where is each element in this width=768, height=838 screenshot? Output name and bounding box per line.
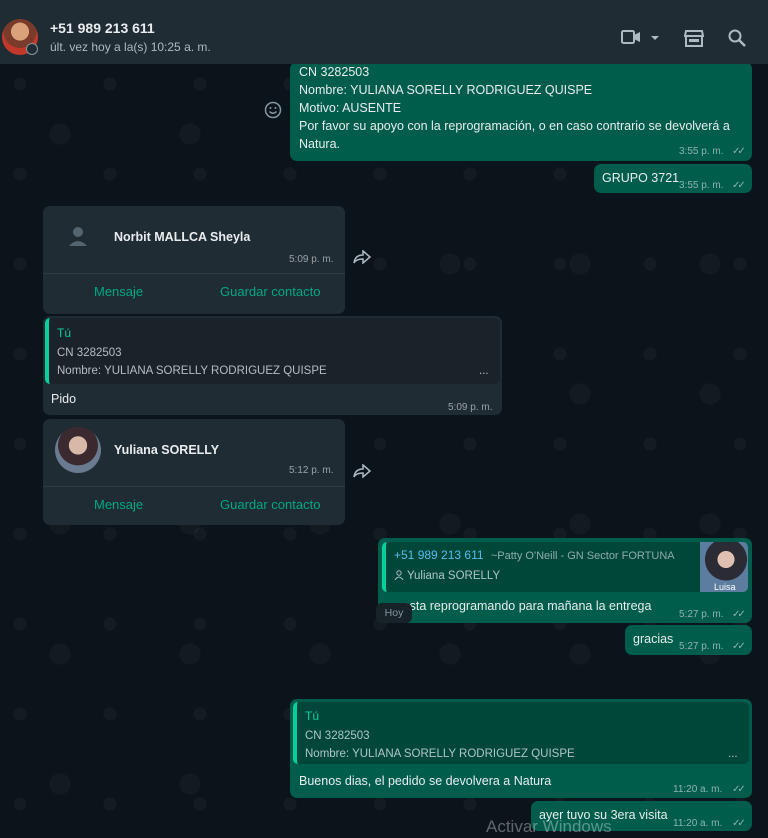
forward-icon[interactable]: [353, 250, 371, 264]
status-badge-icon: [26, 43, 38, 55]
double-check-icon: ✓✓: [732, 609, 746, 620]
message-time: 5:09 p. m.: [289, 254, 334, 265]
message-incoming[interactable]: Tú CN 3282503 Nombre: YULIANA SORELLY RO…: [43, 316, 502, 415]
quote-contact: Yuliana SORELLY: [394, 567, 500, 585]
message-text-line: CN 3282503: [299, 65, 370, 79]
divider: [43, 486, 345, 487]
quote-contact-name: Yuliana SORELLY: [407, 570, 501, 582]
message-time: 5:27 p. m.: [679, 641, 724, 652]
contact-message-button[interactable]: Mensaje: [94, 284, 143, 299]
contact-card[interactable]: Yuliana SORELLY 5:12 p. m. Mensaje Guard…: [43, 419, 345, 525]
double-check-icon: ✓✓: [732, 146, 746, 157]
chevron-down-icon[interactable]: [650, 35, 660, 41]
windows-activation-watermark: Activar Windows: [486, 817, 612, 836]
contact-placeholder-avatar: [55, 214, 101, 260]
chat-header[interactable]: +51 989 213 611 últ. vez hoy a la(s) 10:…: [0, 0, 768, 64]
thumbnail-label: Luisa: [714, 582, 736, 592]
message-time: 5:12 p. m.: [289, 465, 334, 476]
quote-text: CN 3282503: [305, 730, 370, 742]
quoted-message[interactable]: +51 989 213 611 ~Patty O'Neill - GN Sect…: [382, 542, 748, 592]
search-icon[interactable]: [728, 29, 746, 47]
store-icon[interactable]: [684, 29, 704, 47]
message-time: 5:09 p. m.: [448, 402, 493, 413]
person-icon: [69, 227, 87, 246]
date-separator: Hoy: [376, 603, 412, 623]
message-text-line: Por favor su apoyo con la reprogramación…: [299, 119, 730, 133]
quoted-message[interactable]: Tú CN 3282503 Nombre: YULIANA SORELLY RO…: [293, 702, 749, 764]
person-outline-icon: [394, 570, 404, 581]
message-outgoing[interactable]: +51 989 213 611 ~Patty O'Neill - GN Sect…: [378, 538, 752, 623]
double-check-icon: ✓✓: [732, 784, 746, 795]
quote-ellipsis: ...: [728, 748, 738, 760]
contact-name[interactable]: +51 989 213 611: [50, 20, 155, 36]
contact-message-button[interactable]: Mensaje: [94, 497, 143, 512]
message-outgoing[interactable]: Tú CN 3282503 Nombre: YULIANA SORELLY RO…: [290, 699, 752, 798]
quote-text: Nombre: YULIANA SORELLY RODRIGUEZ QUISPE: [57, 365, 327, 377]
quote-ellipsis: ...: [479, 365, 489, 377]
message-text-line: Motivo: AUSENTE: [299, 101, 402, 115]
quote-author: Tú: [305, 709, 320, 723]
contact-name: Yuliana SORELLY: [114, 443, 220, 457]
message-text: Pido: [51, 392, 77, 406]
forward-icon[interactable]: [353, 464, 371, 478]
quote-author: +51 989 213 611 ~Patty O'Neill - GN Sect…: [394, 546, 675, 565]
quote-text: Nombre: YULIANA SORELLY RODRIGUEZ QUISPE: [305, 748, 575, 760]
contact-card[interactable]: Norbit MALLCA Sheyla 5:09 p. m. Mensaje …: [43, 206, 345, 314]
message-time: 3:55 p. m.: [679, 180, 724, 191]
quote-author: Tú: [57, 326, 72, 340]
quote-text: CN 3282503: [57, 347, 122, 359]
divider: [43, 273, 345, 274]
double-check-icon: ✓✓: [732, 641, 746, 652]
message-text: gracias: [633, 632, 674, 646]
emoji-reaction-icon[interactable]: [264, 101, 282, 119]
double-check-icon: ✓✓: [732, 180, 746, 191]
message-outgoing[interactable]: CN 3282503 Nombre: YULIANA SORELLY RODRI…: [290, 64, 752, 161]
message-outgoing[interactable]: gracias 5:27 p. m. ✓✓: [625, 625, 752, 655]
quoted-message[interactable]: Tú CN 3282503 Nombre: YULIANA SORELLY RO…: [45, 318, 500, 384]
message-text: se esta reprogramando para mañana la ent…: [386, 599, 652, 613]
message-time: 5:27 p. m.: [679, 609, 724, 620]
message-time: 3:55 p. m.: [679, 146, 724, 157]
contact-avatar: [55, 427, 101, 473]
contact-name: Norbit MALLCA Sheyla: [114, 230, 251, 244]
quote-author-number: +51 989 213 611: [394, 548, 484, 562]
save-contact-button[interactable]: Guardar contacto: [220, 497, 320, 512]
quote-author-alias: ~Patty O'Neill - GN Sector FORTUNA: [490, 550, 675, 562]
message-text-line: Natura.: [299, 137, 340, 151]
save-contact-button[interactable]: Guardar contacto: [220, 284, 320, 299]
quote-thumbnail: Luisa: [700, 542, 748, 592]
last-seen-status: últ. vez hoy a la(s) 10:25 a. m.: [50, 40, 211, 54]
double-check-icon: ✓✓: [732, 818, 746, 829]
message-time: 11:20 a. m.: [673, 818, 723, 829]
video-icon[interactable]: [621, 29, 641, 45]
message-time: 11:20 a. m.: [673, 784, 723, 795]
message-text-line: Nombre: YULIANA SORELLY RODRIGUEZ QUISPE: [299, 83, 593, 97]
message-text: GRUPO 3721: [602, 171, 680, 185]
chat-area[interactable]: CN 3282503 Nombre: YULIANA SORELLY RODRI…: [0, 64, 768, 838]
message-text: Buenos dias, el pedido se devolvera a Na…: [299, 774, 552, 788]
message-outgoing[interactable]: GRUPO 3721 3:55 p. m. ✓✓: [594, 164, 752, 193]
